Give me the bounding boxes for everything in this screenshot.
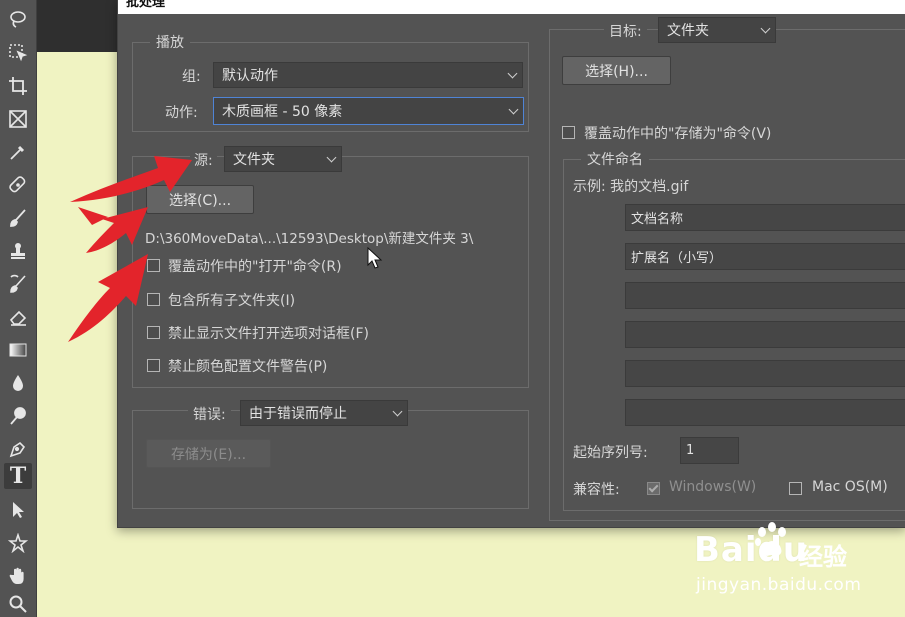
naming-field-3[interactable] — [625, 282, 905, 309]
suppress-open-options-label: 禁止显示文件打开选项对话框(F) — [168, 326, 369, 342]
naming-field-1[interactable]: 文档名称 — [625, 204, 905, 231]
history-brush-tool-icon[interactable] — [4, 271, 32, 297]
destination-select[interactable]: 文件夹 — [658, 17, 776, 43]
chevron-down-icon — [760, 23, 771, 34]
naming-field-2[interactable]: 扩展名（小写） — [625, 243, 905, 270]
eraser-tool-icon[interactable] — [4, 304, 32, 330]
baidu-jingyan-watermark: Baidu 经验 jingyan.baidu.com — [694, 520, 894, 610]
compat-mac-label: Mac OS(M) — [812, 479, 888, 495]
crop-tool-icon[interactable] — [4, 73, 32, 99]
starting-serial-input[interactable]: 1 — [680, 437, 739, 464]
baidu-paw-icon — [755, 522, 786, 556]
compat-windows-label: Windows(W) — [669, 479, 757, 495]
batch-dialog: 批处理 播放 组: 默认动作 动作: 木质画框 - 50 像素 源: 文件夹 选… — [117, 0, 905, 528]
starting-serial-label: 起始序列号: — [573, 445, 648, 461]
type-tool-icon[interactable]: T — [4, 463, 32, 489]
gradient-tool-icon[interactable] — [4, 337, 32, 363]
dialog-titlebar: 批处理 — [118, 0, 905, 14]
hand-tool-icon[interactable] — [4, 563, 32, 589]
action-select[interactable]: 木质画框 - 50 像素 — [213, 97, 524, 125]
blur-tool-icon[interactable] — [4, 370, 32, 396]
errors-select-value: 由于错误而停止 — [249, 406, 347, 422]
pen-tool-icon[interactable] — [4, 436, 32, 462]
destination-label: 目标: — [604, 21, 647, 41]
errors-label: 错误: — [188, 404, 231, 424]
watermark-url: jingyan.baidu.com — [696, 575, 862, 595]
set-select-value: 默认动作 — [222, 68, 278, 84]
action-label: 动作: — [165, 105, 198, 121]
action-select-value: 木质画框 - 50 像素 — [222, 104, 343, 120]
healing-brush-tool-icon[interactable] — [4, 172, 32, 198]
chevron-down-icon — [508, 104, 519, 115]
chevron-down-icon — [507, 68, 518, 79]
errors-save-as-button[interactable]: 存储为(E)... — [146, 439, 271, 468]
dialog-title: 批处理 — [126, 0, 166, 10]
watermark-product: 经验 — [799, 543, 847, 571]
override-save-as-checkbox[interactable] — [562, 126, 575, 139]
frame-tool-icon[interactable] — [4, 106, 32, 132]
eyedropper-tool-icon[interactable] — [4, 139, 32, 165]
destination-choose-button[interactable]: 选择(H)... — [562, 56, 671, 85]
play-group-title: 播放 — [150, 32, 190, 52]
custom-shape-tool-icon[interactable] — [4, 530, 32, 556]
brush-tool-icon[interactable] — [4, 205, 32, 231]
override-save-as-label: 覆盖动作中的"存储为"命令(V) — [584, 126, 772, 142]
annotation-arrow-3 — [68, 254, 148, 342]
destination-select-value: 文件夹 — [667, 23, 709, 39]
stamp-tool-icon[interactable] — [4, 238, 32, 264]
naming-field-6[interactable] — [625, 399, 905, 426]
path-selection-tool-icon[interactable] — [4, 497, 32, 523]
source-path: D:\360MoveData\...\12593\Desktop\新建文件夹 3… — [145, 231, 474, 247]
override-open-label: 覆盖动作中的"打开"命令(R) — [168, 259, 342, 275]
chevron-down-icon — [392, 406, 403, 417]
source-select[interactable]: 文件夹 — [224, 146, 342, 172]
file-naming-example: 示例: 我的文档.gif — [573, 179, 689, 195]
set-label: 组: — [182, 69, 201, 85]
compat-mac-checkbox[interactable] — [789, 482, 802, 495]
include-subfolders-label: 包含所有子文件夹(I) — [168, 293, 296, 309]
tools-panel: T — [0, 0, 37, 617]
zoom-tool-icon[interactable] — [4, 591, 32, 617]
chevron-down-icon — [326, 152, 337, 163]
set-select[interactable]: 默认动作 — [213, 62, 523, 88]
compatibility-label: 兼容性: — [573, 482, 620, 498]
naming-field-4[interactable] — [625, 321, 905, 348]
compat-windows-checkbox[interactable] — [647, 482, 660, 495]
suppress-color-warning-checkbox[interactable] — [147, 359, 160, 372]
lasso-tool-icon[interactable] — [4, 6, 32, 32]
object-selection-tool-icon[interactable] — [4, 40, 32, 66]
suppress-color-warning-label: 禁止颜色配置文件警告(P) — [168, 359, 328, 375]
source-select-value: 文件夹 — [233, 152, 275, 168]
file-naming-title: 文件命名 — [581, 149, 649, 169]
mouse-cursor-icon — [367, 247, 383, 269]
dodge-tool-icon[interactable] — [4, 403, 32, 429]
errors-select[interactable]: 由于错误而停止 — [240, 400, 408, 426]
naming-field-5[interactable] — [625, 360, 905, 387]
